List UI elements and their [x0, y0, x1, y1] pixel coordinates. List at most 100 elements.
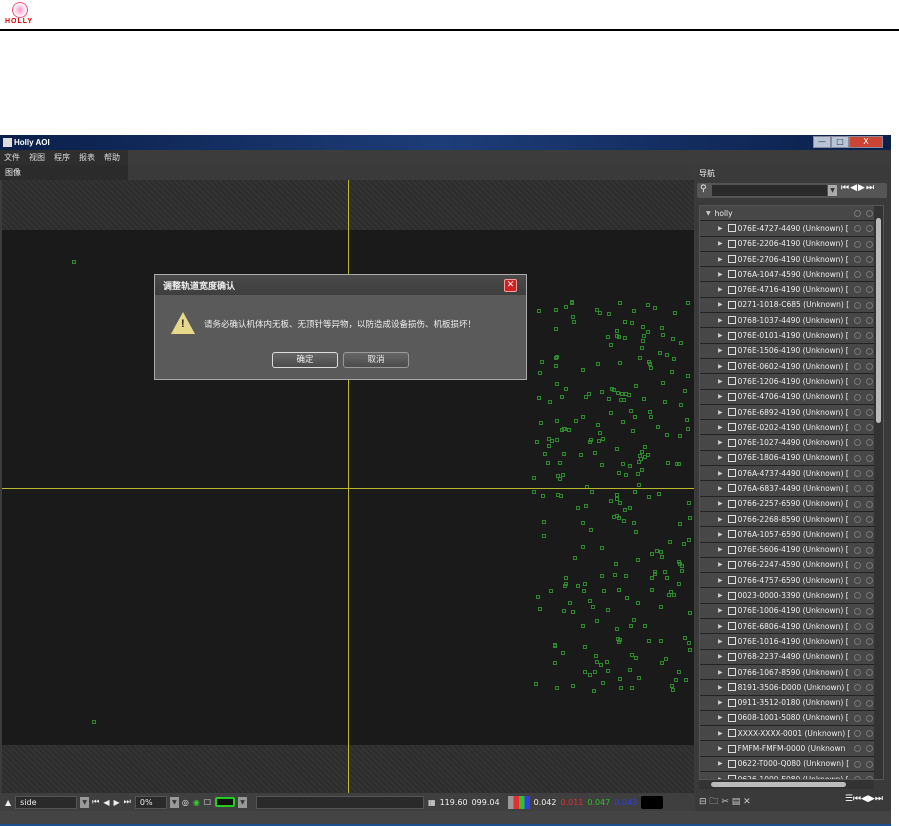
prev-icon[interactable]: ◀	[861, 794, 868, 804]
next-icon[interactable]: ▶	[868, 794, 875, 804]
expand-icon[interactable]: ▶	[718, 561, 723, 568]
first-icon[interactable]: ⏮	[841, 183, 850, 193]
close-button[interactable]: X	[849, 136, 883, 148]
tree-item[interactable]: ▶ 0768-1037-4490 (Unknown) [	[700, 313, 883, 329]
expand-icon[interactable]: ▶	[718, 240, 723, 247]
ok-button[interactable]: 确定	[272, 352, 338, 368]
collapse-icon[interactable]: ⊟	[699, 797, 707, 807]
expand-icon[interactable]: ▶	[718, 301, 723, 308]
expand-icon[interactable]: ▶	[718, 470, 723, 477]
expand-icon[interactable]: ▶	[718, 684, 723, 691]
tree-item[interactable]: ▶ 0622-T000-Q080 (Unknown) [	[700, 756, 883, 772]
expand-icon[interactable]: ▶	[718, 286, 723, 293]
expand-icon[interactable]: ▶	[718, 500, 723, 507]
menu-help[interactable]: 帮助	[104, 152, 120, 163]
expand-icon[interactable]: ▶	[718, 454, 723, 461]
menu-view[interactable]: 视图	[29, 152, 45, 163]
tree-item[interactable]: ▶ 076E-1506-4190 (Unknown) [	[700, 343, 883, 359]
prev-icon[interactable]: ◀	[850, 183, 858, 193]
tree-item[interactable]: ▶ 0766-2268-8590 (Unknown) [	[700, 511, 883, 528]
expand-icon[interactable]: ▶	[718, 409, 723, 416]
paste-icon[interactable]: ▤	[732, 797, 741, 807]
chevron-down-icon[interactable]: ▼	[169, 796, 179, 808]
expand-icon[interactable]: ▶	[718, 516, 723, 523]
target-icon[interactable]: ◎	[182, 798, 189, 807]
expand-icon[interactable]: ▶	[718, 592, 723, 599]
tree-item[interactable]: ▶ 076E-0602-4190 (Unknown) [	[700, 358, 883, 375]
tree-item[interactable]: ▶ 076E-1206-4190 (Unknown) [	[700, 374, 883, 390]
menu-program[interactable]: 程序	[54, 152, 70, 163]
expand-icon[interactable]: ▶	[718, 714, 723, 721]
expand-icon[interactable]: ▼	[706, 210, 711, 217]
tree-item[interactable]: ▶ 0271-1018-C685 (Unknown) [	[700, 297, 883, 314]
dialog-close-button[interactable]: ✕	[504, 279, 517, 292]
tree-item[interactable]: ▶ 076A-6837-4490 (Unknown) [	[700, 481, 883, 497]
tree-item[interactable]: ▶ 076E-6806-4190 (Unknown) [	[700, 619, 883, 635]
tree-item[interactable]: ▶ 076E-0101-4190 (Unknown) [	[700, 328, 883, 344]
eye-icon[interactable]: ◉	[193, 798, 200, 807]
tree-horizontal-scrollbar[interactable]	[699, 780, 874, 789]
tree-item[interactable]: ▶ 076E-0202-4190 (Unknown) [	[700, 420, 883, 436]
side-select[interactable]: side	[15, 795, 78, 809]
tree-item[interactable]: ▶ 0023-0000-3390 (Unknown) [	[700, 588, 883, 604]
expand-icon[interactable]: ▶	[718, 607, 723, 614]
tree-item[interactable]: ▶ 0768-2237-4490 (Unknown) [	[700, 649, 883, 665]
expand-icon[interactable]: ▶	[718, 653, 723, 660]
folder-icon[interactable]: 🗀	[709, 797, 718, 807]
first-icon[interactable]: ⏮	[92, 797, 99, 807]
nav-search-input[interactable]	[712, 185, 827, 196]
cut-icon[interactable]: ✂	[721, 797, 729, 807]
last-icon[interactable]: ⏭	[875, 794, 883, 804]
expand-icon[interactable]: ▶	[718, 439, 723, 446]
expand-icon[interactable]: ▶	[718, 638, 723, 645]
expand-icon[interactable]: ▶	[718, 317, 723, 324]
expand-icon[interactable]: ▶	[718, 485, 723, 492]
tree-item[interactable]: ▶ 076E-1006-4190 (Unknown) [	[700, 603, 883, 620]
tree-item[interactable]: ▶ 0766-2247-4590 (Unknown) [	[700, 557, 883, 574]
tree-item[interactable]: ▶ 076E-1016-4190 (Unknown) [	[700, 634, 883, 650]
list-icon[interactable]: ☰	[845, 794, 853, 804]
tree-item[interactable]: ▶ 0626-1000-E080 (Unknown) [	[700, 771, 883, 779]
chevron-down-icon[interactable]: ▼	[238, 796, 248, 808]
image-canvas[interactable]	[2, 180, 694, 793]
expand-icon[interactable]: ▶	[718, 378, 723, 385]
expand-icon[interactable]: ▶	[718, 347, 723, 354]
tree-item[interactable]: ▶ 076E-4727-4490 (Unknown) [	[700, 221, 883, 237]
tree-item[interactable]: ▶ XXXX-XXXX-0001 (Unknown) [	[700, 726, 883, 742]
color-swatch[interactable]	[215, 797, 236, 807]
last-icon[interactable]: ⏭	[124, 797, 131, 807]
tree-item[interactable]: ▶ 0766-4757-6590 (Unknown) [	[700, 573, 883, 589]
expand-icon[interactable]: ▶	[718, 271, 723, 278]
expand-icon[interactable]: ▶	[718, 730, 723, 737]
expand-icon[interactable]: ▶	[718, 669, 723, 676]
tree-item[interactable]: ▶ 076E-5606-4190 (Unknown) [	[700, 542, 883, 558]
tree-item[interactable]: ▶ 076E-4716-4190 (Unknown) [	[700, 282, 883, 298]
first-icon[interactable]: ⏮	[853, 794, 861, 804]
chevron-down-icon[interactable]: ▼	[828, 185, 837, 196]
expand-icon[interactable]: ▶	[718, 760, 723, 767]
expand-icon[interactable]: ▶	[718, 256, 723, 263]
expand-icon[interactable]: ▶	[718, 577, 723, 584]
expand-icon[interactable]: ▶	[718, 745, 723, 752]
tree-vertical-scrollbar[interactable]	[874, 206, 883, 779]
tree-item[interactable]: ▶ 0766-2257-6590 (Unknown) [	[700, 496, 883, 512]
menu-file[interactable]: 文件	[4, 152, 20, 163]
expand-icon[interactable]: ▶	[718, 332, 723, 339]
tree-item[interactable]: ▶ 076E-4706-4190 (Unknown) [	[700, 389, 883, 405]
expand-icon[interactable]: ▶	[718, 424, 723, 431]
cancel-button[interactable]: 取消	[343, 352, 409, 368]
tree-item[interactable]: ▶ 076A-1057-6590 (Unknown) [	[700, 527, 883, 543]
expand-icon[interactable]: ▶	[718, 531, 723, 538]
expand-icon[interactable]: ▶	[718, 225, 723, 232]
delete-icon[interactable]: ✕	[743, 797, 751, 807]
chevron-down-icon[interactable]: ▼	[80, 796, 90, 808]
tree-item[interactable]: ▶ 076E-6892-4190 (Unknown) [	[700, 404, 883, 421]
tree-item[interactable]: ▶ 076E-1027-4490 (Unknown) [	[700, 435, 883, 451]
camera-icon[interactable]: ▲	[5, 798, 11, 807]
expand-icon[interactable]: ▶	[718, 393, 723, 400]
expand-icon[interactable]: ▶	[718, 546, 723, 553]
next-icon[interactable]: ▶	[858, 183, 866, 193]
tree-item[interactable]: ▶ FMFM-FMFM-0000 (Unknown	[700, 741, 883, 757]
maximize-button[interactable]: □	[831, 136, 849, 148]
expand-icon[interactable]: ▶	[718, 623, 723, 630]
